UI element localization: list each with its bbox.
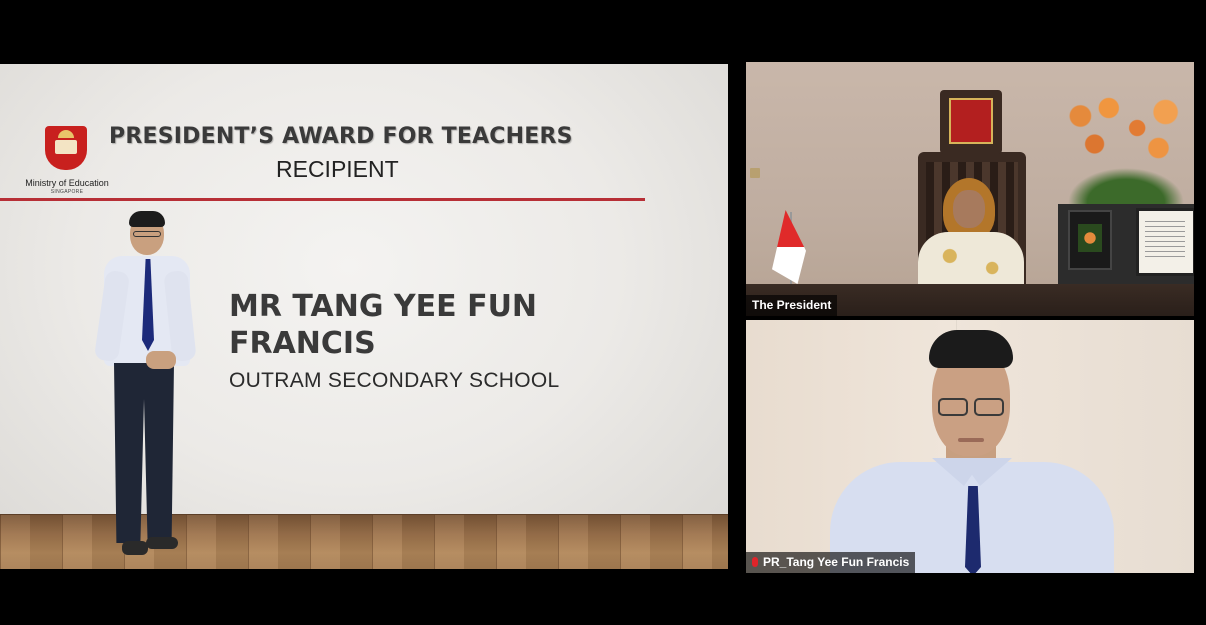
award-title: PRESIDENT’S AWARD FOR TEACHERS [109, 124, 573, 149]
participant-name-tag: PR_Tang Yee Fun Francis [746, 552, 916, 573]
participant-name-tag: The President [746, 295, 838, 316]
logo-sub: SINGAPORE [50, 189, 84, 195]
award-subtitle: RECIPIENT [276, 156, 399, 182]
participant-mouth [958, 438, 984, 442]
shared-screen-slide: Ministry of Education SINGAPORE PRESIDEN… [0, 64, 728, 569]
logo-name: Ministry of Education [25, 178, 109, 188]
mic-muted-icon [752, 557, 758, 567]
president-body [918, 232, 1024, 292]
participant-hair [929, 330, 1013, 368]
president-face [953, 190, 985, 228]
recipient-school: OUTRAM SECONDARY SCHOOL [229, 369, 560, 392]
citation-frame [1136, 208, 1194, 276]
recipient-name: MR TANG YEE FUN FRANCIS [229, 289, 538, 361]
participant-name: PR_Tang Yee Fun Francis [763, 555, 910, 569]
divider-rule [0, 198, 645, 201]
singapore-flag-icon [772, 210, 806, 284]
moe-crest-icon [45, 126, 87, 170]
video-tile-president[interactable]: The President [746, 62, 1194, 316]
moe-logo: Ministry of Education SINGAPORE [24, 126, 114, 196]
glasses-lens-right [974, 398, 1004, 416]
participant-name: The President [752, 298, 832, 312]
orchid-flowers [1052, 92, 1194, 172]
orchid-photo-frame [1068, 210, 1112, 270]
wall-switch [750, 168, 760, 178]
state-crest-icon [940, 90, 1002, 154]
glasses-icon [938, 398, 968, 416]
video-tile-francis[interactable]: PR_Tang Yee Fun Francis [746, 320, 1194, 573]
recipient-photo [93, 211, 197, 561]
